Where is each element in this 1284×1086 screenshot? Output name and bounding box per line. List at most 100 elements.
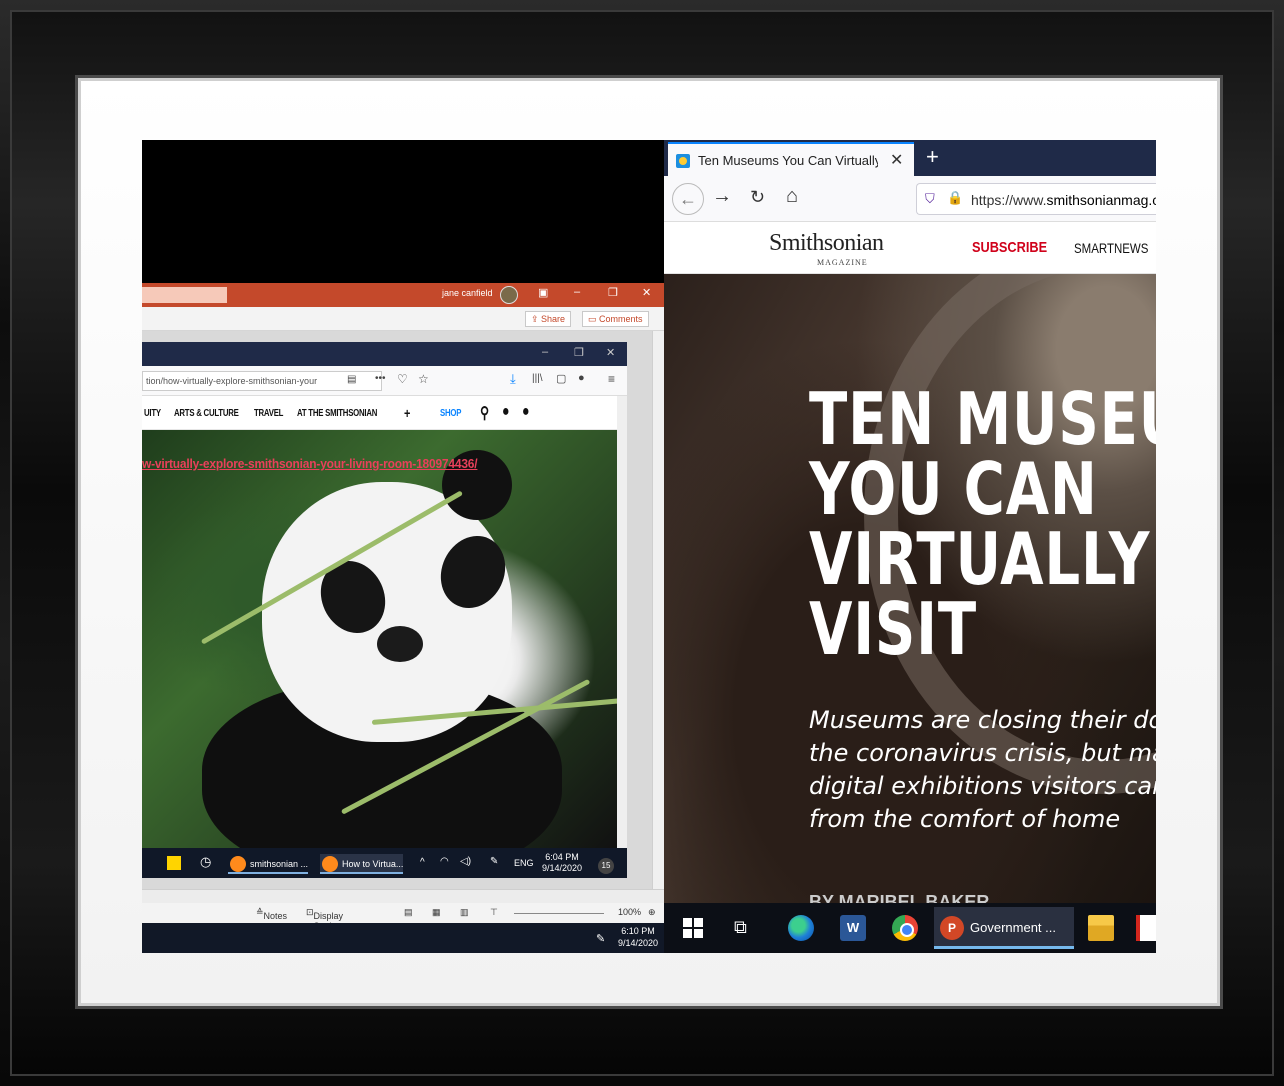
powerpoint-window: jane canfield ▣ – ❐ ✕ ⇪ Share ▭ Comments… — [142, 140, 664, 953]
language-indicator: ENG — [514, 858, 534, 868]
twitter-icon: ● — [522, 403, 530, 420]
volume-icon: ◁) — [460, 856, 472, 867]
address-bar[interactable]: ⛉ 🔒 https://www.smithsonianmag.com — [916, 183, 1156, 215]
slideshow-icon[interactable]: ⊤ — [490, 907, 498, 918]
smartnews-link[interactable]: SMARTNEWS — [1074, 240, 1148, 256]
taskbar-item: smithsonian ... — [228, 854, 309, 874]
word-icon[interactable]: W — [840, 915, 866, 941]
library-icon: |||\ — [532, 373, 543, 384]
subscribe-link[interactable]: SUBSCRIBE — [972, 239, 1047, 256]
ribbon: ⇪ Share ▭ Comments — [142, 307, 664, 331]
notification-badge: 15 — [598, 858, 614, 874]
nav-item: ARTS & CULTURE — [174, 408, 239, 419]
pen-icon: ✎ — [596, 933, 606, 945]
notes-button[interactable]: ≙ Notes — [256, 907, 287, 921]
minimize-icon: – — [542, 346, 549, 358]
pocket-icon: ♡ — [397, 372, 408, 386]
normal-view-icon[interactable]: ▤ — [404, 907, 413, 918]
avatar[interactable] — [500, 286, 518, 304]
site-nav: UITY ARTS & CULTURE TRAVEL AT THE SMITHS… — [142, 396, 617, 430]
ribbon-display-icon[interactable]: ▣ — [538, 286, 548, 299]
panda-nose — [377, 626, 423, 662]
site-logo-subtitle: MAGAZINE — [817, 258, 868, 267]
vertical-scrollbar[interactable] — [652, 331, 664, 889]
browser-window: Ten Museums You Can Virtually Visit ✕ + … — [664, 140, 1156, 953]
restore-icon: ❐ — [574, 347, 584, 359]
sticky-notes-icon — [167, 856, 181, 870]
taskbar-app-label: Government ... — [970, 920, 1056, 935]
embedded-browser-screenshot: – ❐ ✕ tion/how-virtually-explore-smithso… — [142, 342, 627, 878]
close-icon[interactable]: ✕ — [642, 286, 651, 299]
pdf-icon[interactable] — [1136, 915, 1156, 941]
windows-taskbar: ⧉ W P Government ... — [664, 903, 1156, 953]
menu-icon: ≡ — [608, 372, 616, 386]
zoom-level: 100% — [618, 907, 642, 917]
favicon-icon — [676, 154, 690, 168]
minimize-icon[interactable]: – — [574, 286, 580, 298]
edge-icon[interactable] — [788, 915, 814, 941]
reload-button[interactable]: ↻ — [750, 187, 765, 208]
reader-icon: ▤ — [347, 374, 357, 385]
embedded-taskbar: ◷ smithsonian ... How to Virtua... ^ ◠ ◁… — [142, 848, 627, 878]
fit-slide-icon[interactable]: ⊕ — [648, 907, 656, 918]
taskbar-powerpoint-button[interactable]: P Government ... — [934, 907, 1074, 949]
close-tab-icon[interactable]: ✕ — [890, 150, 903, 170]
clock: 6:04 PM 9/14/2020 — [542, 852, 583, 873]
nav-item: TRAVEL — [254, 408, 284, 419]
article-hero: TEN MUSEUMS YOU CAN VIRTUALLY VISIT Muse… — [664, 274, 1156, 903]
url-text: https://www.smithsonianmag.com — [971, 192, 1156, 208]
firefox-icon — [322, 856, 338, 872]
reading-view-icon[interactable]: ▥ — [460, 907, 469, 918]
nav-item: AT THE SMITHSONIAN — [297, 408, 378, 419]
powerpoint-icon: P — [940, 916, 964, 940]
file-explorer-icon[interactable] — [1088, 915, 1114, 941]
slide-sorter-icon[interactable]: ▦ — [432, 907, 441, 918]
site-logo[interactable]: Smithsonian — [769, 230, 884, 257]
nav-item: SHOP — [440, 408, 462, 419]
search-box[interactable] — [142, 287, 227, 303]
clock: 6:10 PM 9/14/2020 — [618, 926, 659, 948]
article-title: TEN MUSEUMS YOU CAN VIRTUALLY VISIT — [809, 377, 1156, 671]
tracking-shield-icon[interactable]: ⛉ — [925, 191, 935, 207]
sidebar-icon: ▢ — [556, 373, 567, 385]
restore-icon[interactable]: ❐ — [608, 286, 618, 299]
search-icon: ⚲ — [480, 405, 489, 422]
article-link: w-virtually-explore-smithsonian-your-liv… — [142, 456, 478, 471]
horizontal-scrollbar[interactable] — [142, 889, 664, 903]
facebook-icon: ● — [502, 403, 510, 420]
user-name: jane canfield — [442, 288, 493, 298]
zoom-slider[interactable] — [514, 913, 604, 914]
embedded-title-bar: – ❐ ✕ — [142, 342, 627, 366]
embedded-scrollbar — [617, 396, 627, 878]
close-icon: ✕ — [606, 347, 616, 359]
task-view-icon[interactable]: ⧉ — [734, 915, 758, 939]
wifi-icon: ◠ — [440, 856, 449, 867]
lock-icon[interactable]: 🔒 — [947, 190, 963, 206]
chevron-up-icon: ^ — [420, 857, 425, 868]
article-byline: BY MARIBEL BAKER — [809, 892, 990, 903]
panda-photo: w-virtually-explore-smithsonian-your-liv… — [142, 430, 617, 848]
comments-button[interactable]: ▭ Comments — [582, 311, 649, 327]
article-subtitle: Museums are closing their doors amid the… — [809, 706, 1156, 833]
back-button[interactable]: ← — [672, 183, 704, 215]
nav-item: UITY — [144, 408, 161, 419]
start-windows-icon[interactable] — [680, 915, 706, 941]
tab-active[interactable]: Ten Museums You Can Virtually Visit ✕ — [668, 142, 914, 176]
browser-toolbar: ← → ↻ ⌂ ⛉ 🔒 https://www.smithsonianmag.c… — [664, 176, 1156, 222]
taskbar-item: How to Virtua... — [320, 854, 404, 874]
account-icon: ● — [578, 372, 585, 384]
chrome-icon[interactable] — [892, 915, 918, 941]
forward-button[interactable]: → — [712, 185, 732, 208]
display-settings-button[interactable]: ⊡Display Settings — [306, 907, 346, 931]
download-icon: ⤓ — [510, 371, 516, 386]
share-button[interactable]: ⇪ Share — [525, 311, 572, 327]
taskbar: ✎ 6:10 PM 9/14/2020 — [142, 923, 664, 953]
gauge-icon: ◷ — [200, 854, 212, 869]
new-tab-icon[interactable]: + — [926, 144, 939, 170]
home-button[interactable]: ⌂ — [786, 185, 798, 208]
firefox-icon — [230, 856, 246, 872]
status-bar: ≙Notes ⊡Display Settings ▤ ▦ ▥ ⊤ 100% ⊕ — [142, 903, 664, 931]
tab-bar: Ten Museums You Can Virtually Visit ✕ + — [664, 140, 1156, 176]
embedded-toolbar: tion/how-virtually-explore-smithsonian-y… — [142, 366, 627, 396]
tab-title: Ten Museums You Can Virtually Visit — [698, 153, 878, 168]
